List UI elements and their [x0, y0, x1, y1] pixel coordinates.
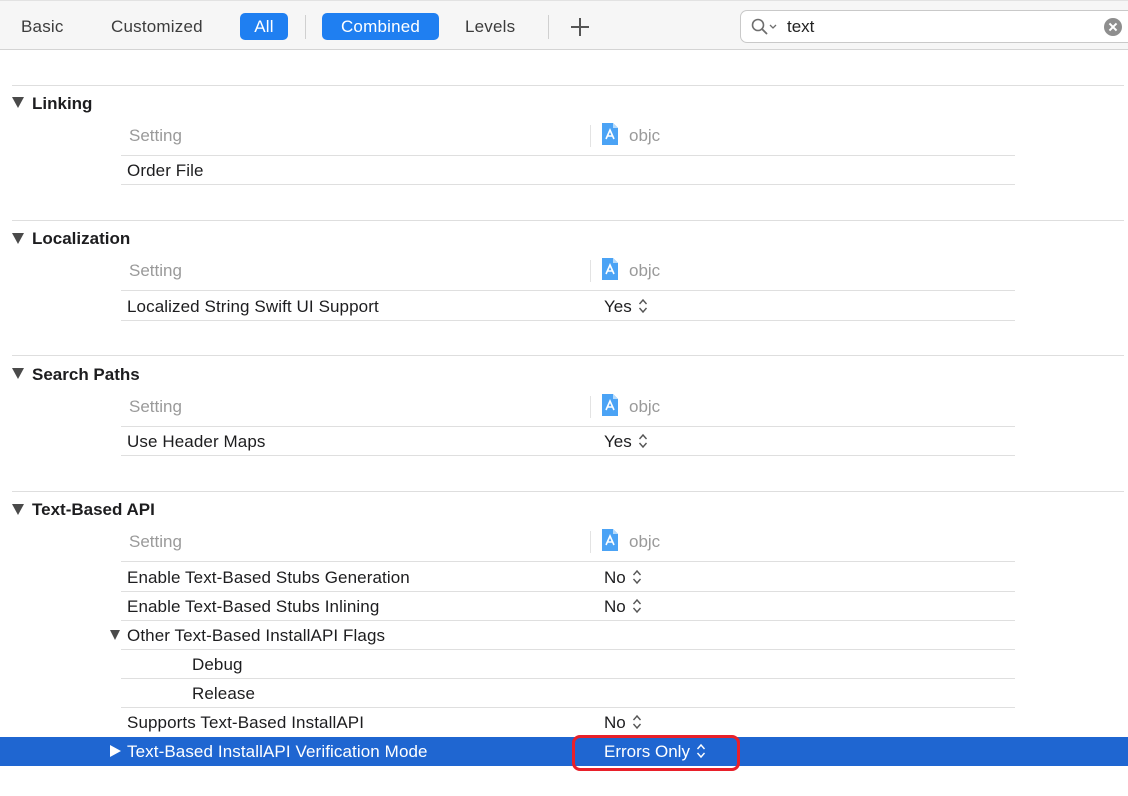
row-divider: [121, 707, 1015, 708]
setting-supports-installapi[interactable]: Supports Text-Based InstallAPI: [127, 712, 364, 734]
setting-value[interactable]: Yes: [604, 431, 648, 453]
column-header-target: objc: [629, 532, 661, 551]
disclosure-triangle-icon[interactable]: [110, 745, 121, 757]
config-release[interactable]: Release: [192, 683, 255, 705]
annotation-highlight-box: [572, 735, 740, 771]
column-header-setting: Setting: [129, 126, 182, 145]
row-divider: [121, 678, 1015, 679]
stepper-icon[interactable]: [632, 569, 642, 585]
stepper-icon[interactable]: [632, 714, 642, 730]
toolbar-divider: [548, 15, 549, 39]
setting-value[interactable]: No: [604, 712, 642, 734]
toolbar-divider: [305, 15, 306, 39]
setting-localized-string-swiftui[interactable]: Localized String Swift UI Support: [127, 296, 379, 318]
config-debug[interactable]: Debug: [192, 654, 243, 676]
setting-use-header-maps[interactable]: Use Header Maps: [127, 431, 266, 453]
disclosure-triangle-icon[interactable]: [12, 233, 24, 244]
column-header-target: objc: [629, 261, 661, 280]
setting-value[interactable]: No: [604, 567, 642, 589]
search-input[interactable]: [787, 15, 1087, 39]
tab-customized[interactable]: Customized: [111, 13, 203, 40]
selected-row-verification-mode[interactable]: Text-Based InstallAPI Verification Mode …: [0, 737, 1128, 766]
clear-icon[interactable]: [1104, 18, 1122, 36]
column-header-setting: Setting: [129, 397, 182, 416]
row-divider: [121, 591, 1015, 592]
tab-combined[interactable]: Combined: [322, 13, 439, 40]
row-divider: [121, 290, 1015, 291]
section-divider: [12, 491, 1124, 492]
app-target-icon: [602, 529, 618, 551]
column-separator: [590, 531, 591, 553]
stepper-icon[interactable]: [638, 433, 648, 449]
stepper-icon[interactable]: [632, 598, 642, 614]
setting-order-file[interactable]: Order File: [127, 160, 204, 182]
setting-value[interactable]: Yes: [604, 296, 648, 318]
magnifier-icon[interactable]: [751, 18, 779, 36]
tab-all[interactable]: All: [240, 13, 288, 40]
disclosure-triangle-icon[interactable]: [110, 630, 120, 640]
column-header-target: objc: [629, 397, 661, 416]
search-field[interactable]: [740, 10, 1128, 43]
column-header-setting: Setting: [129, 261, 182, 280]
disclosure-triangle-icon[interactable]: [12, 504, 24, 515]
section-divider: [12, 355, 1124, 356]
column-separator: [590, 125, 591, 147]
app-target-icon: [602, 258, 618, 280]
app-target-icon: [602, 394, 618, 416]
setting-other-installapi-flags[interactable]: Other Text-Based InstallAPI Flags: [127, 625, 385, 647]
row-divider: [121, 455, 1015, 456]
setting-enable-stubs-inlining[interactable]: Enable Text-Based Stubs Inlining: [127, 596, 379, 618]
column-header-setting: Setting: [129, 532, 182, 551]
setting-enable-stubs-generation[interactable]: Enable Text-Based Stubs Generation: [127, 567, 410, 589]
row-divider: [121, 649, 1015, 650]
column-separator: [590, 396, 591, 418]
section-divider: [12, 220, 1124, 221]
row-divider: [121, 620, 1015, 621]
stepper-icon[interactable]: [638, 298, 648, 314]
plus-icon[interactable]: [570, 17, 590, 37]
disclosure-triangle-icon[interactable]: [12, 368, 24, 379]
section-divider: [12, 85, 1124, 86]
column-header-target: objc: [629, 126, 661, 145]
column-separator: [590, 260, 591, 282]
tab-levels[interactable]: Levels: [465, 13, 515, 40]
section-title-search-paths: Search Paths: [32, 365, 140, 384]
section-title-text-based-api: Text-Based API: [32, 500, 155, 519]
section-title-linking: Linking: [32, 94, 93, 113]
app-target-icon: [602, 123, 618, 145]
section-title-localization: Localization: [32, 229, 131, 248]
row-divider: [121, 155, 1015, 156]
row-divider: [121, 561, 1015, 562]
row-divider: [121, 426, 1015, 427]
tab-basic[interactable]: Basic: [21, 13, 64, 40]
setting-installapi-verification-mode[interactable]: Text-Based InstallAPI Verification Mode: [127, 741, 428, 763]
row-divider: [121, 184, 1015, 185]
setting-value[interactable]: No: [604, 596, 642, 618]
toolbar: Basic Customized All Combined Levels: [0, 0, 1128, 50]
disclosure-triangle-icon[interactable]: [12, 97, 24, 108]
row-divider: [121, 320, 1015, 321]
